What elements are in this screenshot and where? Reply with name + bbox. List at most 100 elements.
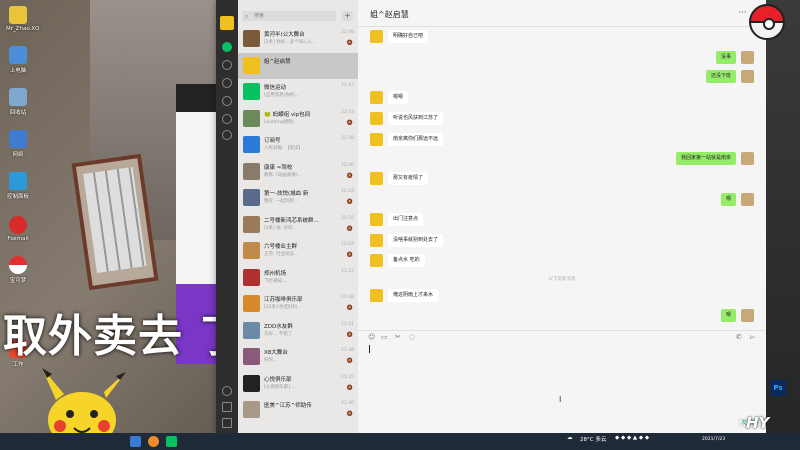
file-icon[interactable]: ▭ [381, 333, 388, 341]
chats-nav-icon[interactable] [222, 42, 232, 52]
contacts-nav-icon[interactable] [222, 60, 232, 70]
outgoing-message[interactable]: 没事 [715, 51, 736, 64]
files-nav-icon[interactable] [222, 96, 232, 106]
tray-icons[interactable]: ◆ ◆ ◆ ▲ ◆ ◆ [615, 435, 649, 441]
contact-avatar[interactable] [370, 289, 383, 302]
contact-avatar[interactable] [370, 234, 383, 247]
incoming-message[interactable]: 明确好自己吧 [388, 30, 429, 43]
user-avatar[interactable] [220, 16, 234, 30]
incoming-message[interactable]: 南京离你们那远不远 [388, 133, 444, 146]
chat-name: 郑州机场 [264, 270, 287, 277]
photoshop-icon[interactable]: Ps [770, 380, 786, 396]
menu-nav-icon[interactable] [222, 418, 232, 428]
chat-list-item[interactable]: 江苏咖啡俱乐部 [25条] 你还好吗... 21:48 🔕 [238, 291, 358, 317]
my-avatar[interactable] [741, 51, 754, 64]
chat-name: 姐^赵启慧 [264, 58, 291, 65]
chat-list-item[interactable]: 订阅号 人民日报: 【夜读】... 22:38 [238, 132, 358, 158]
chat-preview: 王杰: 行业动态... [264, 252, 299, 257]
contact-avatar[interactable] [370, 30, 383, 43]
search-input[interactable]: ⌕ 搜索 [242, 11, 336, 21]
outgoing-message[interactable]: 嗯 [720, 309, 736, 322]
cloud-icon: ☁ [567, 435, 573, 441]
incoming-message[interactable]: 嗯嗯 [388, 91, 409, 104]
my-avatar[interactable] [741, 70, 754, 83]
chat-list-item[interactable]: X8大舞台 好的... 21:38 🔕 [238, 344, 358, 370]
my-avatar[interactable] [741, 152, 754, 165]
desktop-icon-folder[interactable]: Mr_Zhao.XQ [6, 6, 40, 32]
mute-icon: 🔕 [346, 40, 353, 46]
desktop-icon-foxmail[interactable]: Foxmail [6, 216, 30, 242]
avatar [243, 321, 260, 339]
chat-preview: Lourbing明明... [264, 119, 297, 125]
chat-list-item[interactable]: 微信运动 [应用消息]你的... 22:47 [238, 79, 358, 105]
search-nav-icon[interactable] [222, 130, 232, 140]
desktop-icon-network[interactable]: 网络 [6, 130, 30, 158]
emoji-icon[interactable]: ☺ [368, 333, 375, 341]
contact-avatar[interactable] [370, 133, 383, 146]
contact-avatar[interactable] [370, 213, 383, 226]
outgoing-message[interactable]: 嗯 [720, 193, 736, 206]
incoming-message[interactable]: 出门注意点 [388, 213, 424, 226]
chat-name: 江苏咖啡俱乐部 [264, 297, 303, 303]
desktop-icon-recycle-bin[interactable]: 回收站 [6, 88, 30, 116]
contact-avatar[interactable] [370, 112, 383, 125]
taskbar-app-icon[interactable] [148, 436, 159, 447]
incoming-message[interactable]: 听说也风扶到江苏了 [388, 112, 444, 125]
pokeball-logo-icon [749, 4, 785, 40]
chat-name: ZDD水友群 [264, 323, 293, 330]
chat-list-item[interactable]: 姐^赵启慧 [238, 52, 358, 79]
my-avatar[interactable] [741, 193, 754, 206]
desktop-icon-pokemon[interactable]: 宝可梦 [6, 256, 30, 284]
chat-list-item[interactable]: 第一-炫悦(城血 新我在: 一起玩吧... 22:18 🔕 [238, 185, 358, 211]
avatar [243, 268, 260, 286]
avatar [243, 348, 260, 365]
taskbar-browser-icon[interactable] [130, 436, 141, 447]
screenshot-icon[interactable]: ✂ [395, 333, 401, 341]
divider [358, 26, 766, 27]
incoming-message[interactable]: 没啥事就别到处去了 [388, 234, 444, 247]
incoming-message[interactable]: 那又有疫情了 [388, 172, 429, 185]
chat-time: 22:48 [341, 30, 354, 35]
incoming-message[interactable]: 俺这阴雨上才来水 [388, 289, 439, 302]
voice-call-icon[interactable]: ✆ [736, 333, 742, 341]
favorites-nav-icon[interactable] [222, 78, 232, 88]
mini-program-nav-icon[interactable] [222, 386, 232, 396]
chat-list-item[interactable]: 郑州机场 飞行通知... 21:52 [238, 265, 358, 291]
my-avatar[interactable] [741, 309, 754, 322]
chat-list-item[interactable]: ZDD水友群 天好... 不错了 21:41 🔕 [238, 318, 358, 344]
chat-list-item[interactable]: 心悦俱乐部 [心悦俱乐部]... 21:35 🔕 [238, 371, 358, 397]
add-chat-button[interactable]: + [342, 11, 353, 21]
chat-time: 21:52 [341, 268, 354, 274]
contact-avatar[interactable] [370, 172, 383, 185]
contact-avatar[interactable] [370, 91, 383, 104]
chat-list-item[interactable]: 黄河半(公大舞台 [2条] 你好...多个同心入... 22:48 🔕 [238, 26, 358, 52]
chat-history-icon[interactable]: ◌ [409, 333, 415, 341]
desktop-icon-computer[interactable]: 上电脑 [6, 46, 30, 74]
chat-list-item[interactable]: 医美^江苏^师助传 21:30 🔕 [238, 397, 358, 423]
contact-avatar[interactable] [370, 254, 383, 267]
chat-name: 心悦俱乐部 [264, 376, 292, 383]
incoming-message[interactable]: 备点水 吃的 [388, 254, 425, 267]
network-icon [9, 130, 27, 148]
folder-icon [9, 6, 27, 24]
conversation-panel: 姐^赵启慧 ··· 明确好自己吧 没事 还没下班 嗯嗯 听说也风扶到江苏了 南京离你们那远… [358, 0, 766, 433]
search-icon: ⌕ [245, 13, 249, 20]
avatar [243, 162, 260, 180]
chat-name: X8大舞台 [264, 350, 288, 356]
desktop-right-edge [766, 0, 800, 433]
video-call-icon[interactable]: ▻ [750, 333, 755, 341]
mute-icon: 🔕 [346, 411, 353, 417]
more-options-icon[interactable]: ··· [738, 8, 747, 18]
desktop-icon-control-panel[interactable]: 控制面板 [6, 172, 30, 200]
outgoing-message[interactable]: 我回家第一站就是南京 [675, 152, 736, 165]
phone-nav-icon[interactable] [222, 402, 232, 412]
chat-list-item[interactable]: 康康 ≈驾校 教练: [动画表情]... 22:36 🔕 [238, 159, 358, 185]
outgoing-message[interactable]: 还没下班 [705, 70, 736, 83]
taskbar-wechat-icon[interactable] [166, 436, 177, 447]
mute-icon: 🔕 [346, 119, 353, 126]
chat-time: 22:16 [341, 215, 354, 221]
chat-list-item[interactable]: 二号楼新鸿芯系统群... [3条] 张: 好的 22:16 🔕 [238, 212, 358, 238]
chat-list-item[interactable]: 六号楼业主群 王杰: 行业动态... 22:04 🔕 [238, 238, 358, 264]
moments-nav-icon[interactable] [222, 114, 232, 124]
chat-list-item[interactable]: 🐸 蚂蟥组 vip包间 Lourbing明明... 22:43 🔕 [238, 106, 358, 132]
